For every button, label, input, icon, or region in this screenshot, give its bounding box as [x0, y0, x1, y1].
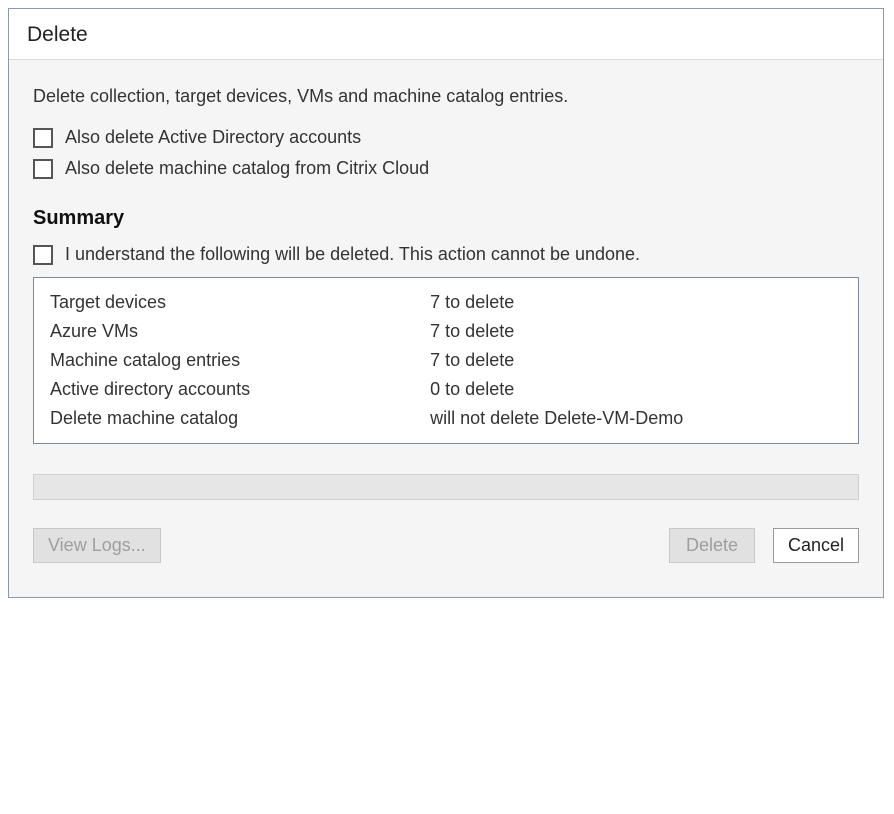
summary-row-value: 7 to delete: [430, 288, 842, 317]
option-delete-ad-accounts[interactable]: Also delete Active Directory accounts: [33, 127, 859, 148]
table-row: Azure VMs 7 to delete: [50, 317, 842, 346]
confirm-label: I understand the following will be delet…: [65, 244, 640, 265]
summary-row-value: 7 to delete: [430, 317, 842, 346]
summary-row-value: 0 to delete: [430, 375, 842, 404]
summary-table: Target devices 7 to delete Azure VMs 7 t…: [50, 288, 842, 433]
cancel-button[interactable]: Cancel: [773, 528, 859, 563]
option-label: Also delete Active Directory accounts: [65, 127, 361, 148]
right-button-group: Delete Cancel: [669, 528, 859, 563]
summary-row-label: Active directory accounts: [50, 375, 430, 404]
delete-button[interactable]: Delete: [669, 528, 755, 563]
table-row: Machine catalog entries 7 to delete: [50, 346, 842, 375]
dialog-title: Delete: [27, 23, 88, 46]
delete-dialog: Delete Delete collection, target devices…: [8, 8, 884, 598]
dialog-footer: View Logs... Delete Cancel: [33, 528, 859, 585]
summary-heading: Summary: [33, 207, 859, 230]
dialog-titlebar: Delete: [9, 9, 883, 60]
summary-box: Target devices 7 to delete Azure VMs 7 t…: [33, 277, 859, 444]
summary-row-value: 7 to delete: [430, 346, 842, 375]
option-delete-machine-catalog[interactable]: Also delete machine catalog from Citrix …: [33, 158, 859, 179]
checkbox-icon[interactable]: [33, 128, 53, 148]
summary-row-value: will not delete Delete-VM-Demo: [430, 404, 842, 433]
checkbox-icon[interactable]: [33, 245, 53, 265]
summary-row-label: Azure VMs: [50, 317, 430, 346]
checkbox-icon[interactable]: [33, 159, 53, 179]
table-row: Target devices 7 to delete: [50, 288, 842, 317]
summary-row-label: Machine catalog entries: [50, 346, 430, 375]
table-row: Active directory accounts 0 to delete: [50, 375, 842, 404]
progress-bar: [33, 474, 859, 500]
summary-row-label: Target devices: [50, 288, 430, 317]
table-row: Delete machine catalog will not delete D…: [50, 404, 842, 433]
view-logs-button[interactable]: View Logs...: [33, 528, 161, 563]
dialog-body: Delete collection, target devices, VMs a…: [9, 60, 883, 597]
confirm-delete-understanding[interactable]: I understand the following will be delet…: [33, 244, 859, 265]
summary-row-label: Delete machine catalog: [50, 404, 430, 433]
dialog-description: Delete collection, target devices, VMs a…: [33, 86, 859, 107]
option-label: Also delete machine catalog from Citrix …: [65, 158, 429, 179]
